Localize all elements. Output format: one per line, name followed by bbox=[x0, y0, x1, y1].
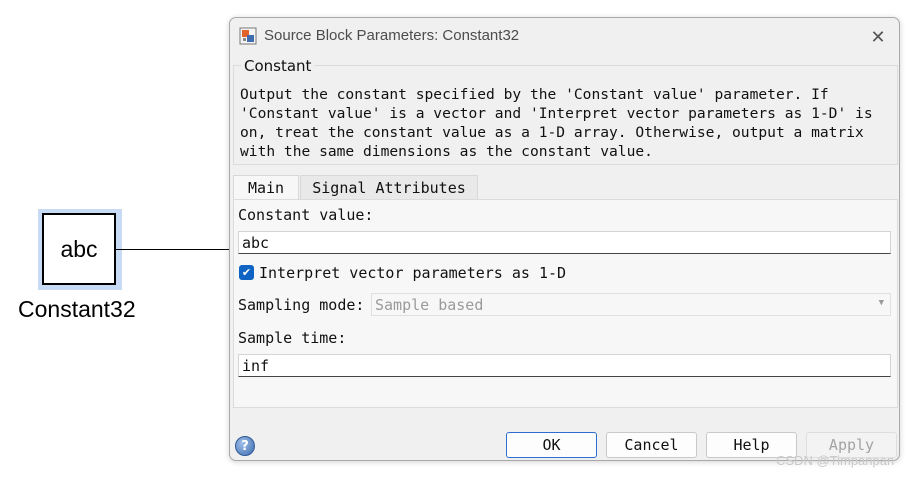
block-parameters-dialog: Source Block Parameters: Constant32 ✕ Co… bbox=[229, 17, 900, 461]
main-tab-panel: Constant value: abc ✔ Interpret vector p… bbox=[233, 199, 898, 408]
tab-signal-attributes[interactable]: Signal Attributes bbox=[300, 175, 478, 200]
interpret-vector-label[interactable]: Interpret vector parameters as 1-D bbox=[259, 264, 566, 282]
constant-block-text: abc bbox=[60, 235, 98, 262]
dialog-title: Source Block Parameters: Constant32 bbox=[264, 27, 520, 44]
constant-value-label: Constant value: bbox=[238, 206, 374, 224]
help-question-icon[interactable]: ? bbox=[235, 436, 255, 456]
constant-value-field[interactable]: abc bbox=[238, 231, 891, 254]
constant-block[interactable]: abc bbox=[42, 213, 116, 285]
block-output-line bbox=[116, 249, 234, 250]
block-description: Output the constant specified by the 'Co… bbox=[240, 86, 873, 160]
block-parameters-icon bbox=[239, 27, 257, 45]
sample-time-field[interactable]: inf bbox=[238, 354, 891, 377]
ok-button[interactable]: OK bbox=[506, 432, 597, 458]
sample-time-label: Sample time: bbox=[238, 329, 347, 347]
dialog-titlebar[interactable]: Source Block Parameters: Constant32 ✕ bbox=[230, 18, 899, 54]
interpret-vector-checkbox[interactable]: ✔ bbox=[239, 265, 254, 280]
chevron-down-icon: ▼ bbox=[878, 298, 884, 308]
group-title: Constant bbox=[241, 57, 315, 75]
block-name-label[interactable]: Constant32 bbox=[18, 296, 136, 323]
tab-main[interactable]: Main bbox=[233, 175, 299, 200]
sampling-mode-value: Sample based bbox=[375, 295, 484, 314]
check-icon: ✔ bbox=[241, 266, 252, 279]
watermark: CSDN @Timpanpan bbox=[776, 453, 895, 468]
sampling-mode-label: Sampling mode: bbox=[238, 296, 365, 314]
sampling-mode-select[interactable]: Sample based ▼ bbox=[371, 293, 891, 316]
cancel-button[interactable]: Cancel bbox=[606, 432, 697, 458]
close-icon[interactable]: ✕ bbox=[867, 26, 889, 48]
